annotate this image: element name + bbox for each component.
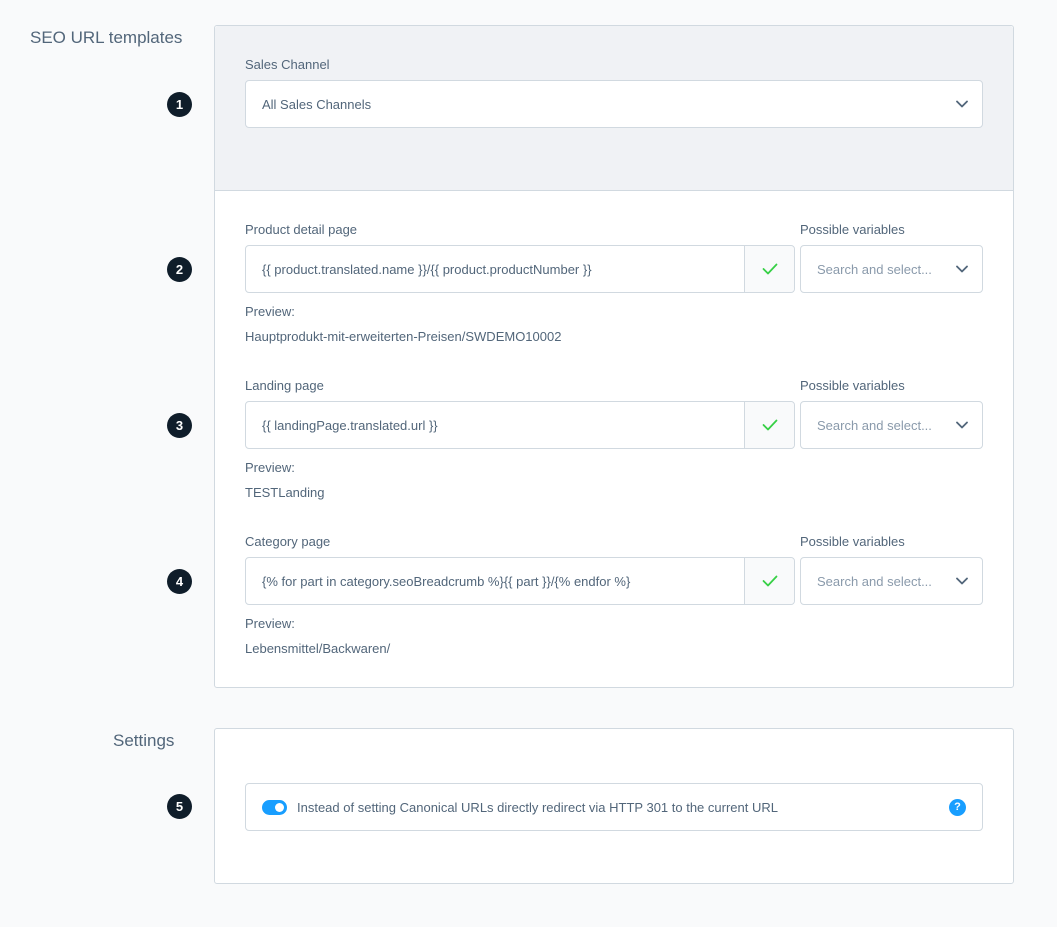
step-badge-1: 1 — [167, 92, 192, 117]
variables-placeholder: Search and select... — [817, 573, 932, 589]
step-badge-5: 5 — [167, 794, 192, 819]
product-variables-select[interactable]: Search and select... — [800, 245, 983, 293]
category-preview-value: Lebensmittel/Backwaren/ — [245, 641, 391, 656]
possible-variables-label: Possible variables — [800, 534, 905, 549]
chevron-down-icon — [942, 558, 982, 604]
checkmark-icon — [744, 402, 794, 448]
redirect-setting-label: Instead of setting Canonical URLs direct… — [297, 799, 778, 815]
step-badge-4: 4 — [167, 569, 192, 594]
settings-title: Settings — [113, 731, 175, 750]
checkmark-icon — [744, 246, 794, 292]
category-page-template-input[interactable]: {% for part in category.seoBreadcrumb %}… — [245, 557, 795, 605]
checkmark-icon — [744, 558, 794, 604]
possible-variables-label: Possible variables — [800, 222, 905, 237]
preview-label: Preview: — [245, 304, 295, 319]
sales-channel-value: All Sales Channels — [262, 96, 372, 112]
sales-channel-select[interactable]: All Sales Channels — [245, 80, 983, 128]
variables-placeholder: Search and select... — [817, 417, 932, 433]
step-badge-2: 2 — [167, 257, 192, 282]
category-variables-select[interactable]: Search and select... — [800, 557, 983, 605]
landing-page-label: Landing page — [245, 378, 324, 393]
seo-url-templates-title: SEO URL templates — [30, 28, 183, 47]
chevron-down-icon — [942, 402, 982, 448]
category-page-template-value: {% for part in category.seoBreadcrumb %}… — [262, 573, 631, 589]
possible-variables-label: Possible variables — [800, 378, 905, 393]
help-icon[interactable]: ? — [949, 798, 966, 816]
sales-channel-label: Sales Channel — [245, 57, 330, 72]
chevron-down-icon — [942, 81, 982, 127]
category-page-label: Category page — [245, 534, 331, 549]
redirect-setting-row: Instead of setting Canonical URLs direct… — [245, 783, 983, 831]
redirect-toggle-switch[interactable] — [262, 799, 287, 815]
chevron-down-icon — [942, 246, 982, 292]
preview-label: Preview: — [245, 460, 295, 475]
product-detail-template-input[interactable]: {{ product.translated.name }}/{{ product… — [245, 245, 795, 293]
product-detail-template-value: {{ product.translated.name }}/{{ product… — [262, 261, 592, 277]
product-detail-label: Product detail page — [245, 222, 358, 237]
landing-page-template-input[interactable]: {{ landingPage.translated.url }} — [245, 401, 795, 449]
landing-page-template-value: {{ landingPage.translated.url }} — [262, 417, 438, 433]
preview-label: Preview: — [245, 616, 295, 631]
landing-preview-value: TESTLanding — [245, 485, 325, 500]
step-badge-3: 3 — [167, 413, 192, 438]
product-preview-value: Hauptprodukt-mit-erweiterten-Preisen/SWD… — [245, 329, 562, 344]
variables-placeholder: Search and select... — [817, 261, 932, 277]
landing-variables-select[interactable]: Search and select... — [800, 401, 983, 449]
